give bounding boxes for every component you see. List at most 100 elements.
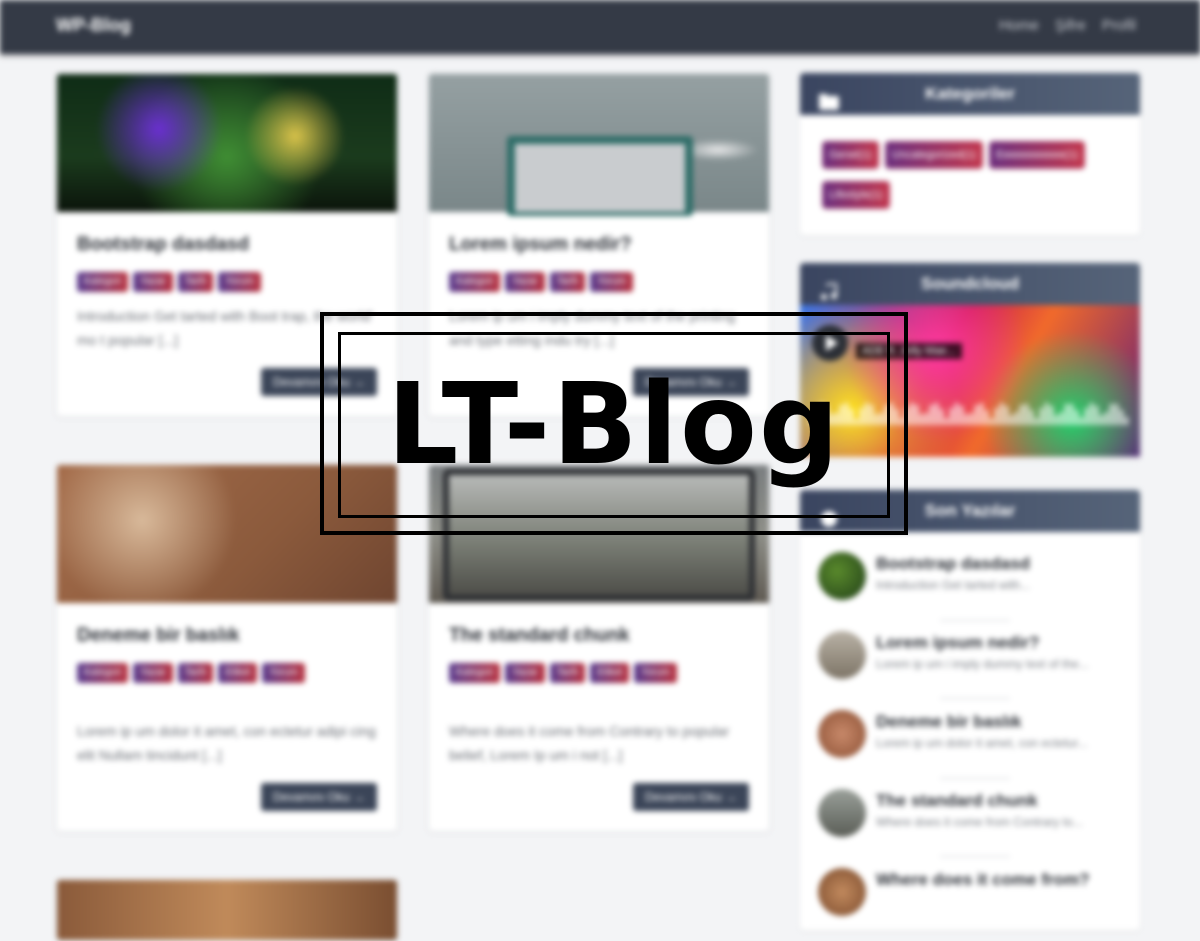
recent-post-title[interactable]: Lorem ipsum nedir? xyxy=(876,633,1039,653)
waveform-bar xyxy=(1085,408,1088,425)
badge-category[interactable]: Kategori xyxy=(77,663,129,683)
logo-inner-frame: LT-Blog xyxy=(338,332,890,518)
badge-comments[interactable]: Yorum xyxy=(262,663,305,683)
nav-links: Home Şifre Profil xyxy=(999,17,1136,34)
waveform-bar xyxy=(1035,418,1038,425)
recent-post-thumb xyxy=(818,710,866,758)
waveform-bar xyxy=(915,405,918,425)
brand-logo[interactable]: WP-Blog xyxy=(56,15,131,36)
waveform-bar xyxy=(1050,406,1053,425)
nav-link-profile[interactable]: Profil xyxy=(1102,17,1136,34)
recent-post-thumb xyxy=(818,552,866,600)
waveform-bar xyxy=(940,409,943,425)
waveform-bar xyxy=(1115,404,1118,425)
waveform-bar xyxy=(910,403,913,425)
recent-post-title[interactable]: The standard chunk xyxy=(876,791,1038,811)
waveform-bar xyxy=(1105,412,1108,425)
recent-post-item[interactable]: Where does it come from? xyxy=(818,868,1128,928)
waveform-bar xyxy=(945,418,948,425)
recent-post-thumb xyxy=(818,789,866,837)
waveform-bar xyxy=(1025,404,1028,425)
recent-post-desc: Lorem ip um i imply dummy text of the... xyxy=(876,657,1089,671)
categories-widget: Kategoriler Genel(1) Uncategorized(1) Ee… xyxy=(800,73,1140,235)
badge-category[interactable]: Kategori xyxy=(77,272,129,292)
logo-overlay: LT-Blog xyxy=(320,312,908,535)
category-badge[interactable]: Lifestyle(1) xyxy=(822,181,890,209)
post-title[interactable]: Lorem ipsum nedir? xyxy=(449,234,632,256)
badge-tag[interactable]: Etiket xyxy=(590,663,630,683)
top-navbar: WP-Blog Home Şifre Profil xyxy=(0,0,1200,54)
divider xyxy=(940,778,1010,779)
post-badges: Kategori Yazar Tarih Yorum xyxy=(449,272,749,292)
waveform-bar xyxy=(1015,412,1018,425)
badge-tag[interactable]: Etiket xyxy=(218,663,258,683)
recent-post-title[interactable]: Where does it come from? xyxy=(876,870,1089,890)
badge-date: Tarih xyxy=(177,272,214,292)
badge-category[interactable]: Kategori xyxy=(449,272,501,292)
recent-post-item[interactable]: Bootstrap dasdasd Introduction Get tarte… xyxy=(818,552,1128,612)
badge-author[interactable]: Yazar xyxy=(505,663,545,683)
category-list: Genel(1) Uncategorized(1) Eeeeeeeeeee(1)… xyxy=(800,115,1140,229)
badge-comments[interactable]: Yorum xyxy=(634,663,677,683)
badge-author[interactable]: Yazar xyxy=(133,663,173,683)
badge-author[interactable]: Yazar xyxy=(133,272,173,292)
post-title[interactable]: Bootstrap dasdasd xyxy=(77,234,249,256)
badge-date: Tarih xyxy=(177,663,214,683)
category-badge[interactable]: Uncategorized(1) xyxy=(884,141,984,169)
post-badges: Kategori Yazar Tarih Etiket Yorum xyxy=(449,663,749,683)
music-note-icon xyxy=(818,275,840,300)
recent-post-title[interactable]: Bootstrap dasdasd xyxy=(876,554,1030,574)
badge-comments[interactable]: Yorum xyxy=(218,272,261,292)
read-more-button[interactable]: Devamını Oku → xyxy=(632,783,749,811)
widget-header: Soundcloud xyxy=(800,263,1140,305)
badge-date: Tarih xyxy=(549,663,586,683)
waveform-bar xyxy=(1080,417,1083,425)
badge-category[interactable]: Kategori xyxy=(449,663,501,683)
badge-comments[interactable]: Yorum xyxy=(590,272,633,292)
recent-post-desc: Lorem ip um dolor it amet, con ectetur..… xyxy=(876,736,1088,750)
waveform-bar xyxy=(1095,406,1098,425)
waveform-bar xyxy=(1120,410,1123,425)
waveform-bar xyxy=(1100,415,1103,425)
recent-post-item[interactable]: Deneme bir baslık Lorem ip um dolor it a… xyxy=(818,710,1128,770)
post-excerpt: Where does it come from Contrary to popu… xyxy=(449,723,730,763)
badge-author[interactable]: Yazar xyxy=(505,272,545,292)
waveform-bar xyxy=(1075,410,1078,425)
read-more-button[interactable]: Devamını Oku → xyxy=(260,783,377,811)
post-image[interactable] xyxy=(57,880,397,940)
waveform-bar xyxy=(955,403,958,425)
divider xyxy=(940,620,1010,621)
waveform-bar xyxy=(1060,412,1063,425)
nav-link-password[interactable]: Şifre xyxy=(1055,17,1086,34)
waveform-bar xyxy=(950,408,953,425)
recent-post-thumb xyxy=(818,868,866,916)
waveform-bar xyxy=(1020,405,1023,425)
divider xyxy=(940,856,1010,857)
post-title[interactable]: The standard chunk xyxy=(449,625,630,647)
recent-post-title[interactable]: Deneme bir baslık xyxy=(876,712,1022,732)
waveform-bar xyxy=(995,408,998,425)
waveform-bar xyxy=(1045,403,1048,425)
widget-title: Soundcloud xyxy=(920,274,1020,293)
waveform-bar xyxy=(1000,403,1003,425)
logo-text: LT-Blog xyxy=(386,360,842,490)
waveform-bar xyxy=(1055,415,1058,425)
recent-post-thumb xyxy=(818,631,866,679)
post-image[interactable] xyxy=(57,74,397,212)
category-badge[interactable]: Genel(1) xyxy=(822,141,879,169)
widget-header: Kategoriler xyxy=(800,73,1140,115)
waveform-bar xyxy=(1010,415,1013,425)
waveform-bar xyxy=(1090,403,1093,425)
nav-link-home[interactable]: Home xyxy=(999,17,1039,34)
post-badges: Kategori Yazar Tarih Yorum xyxy=(77,272,377,292)
post-title[interactable]: Deneme bir baslık xyxy=(77,625,240,647)
recent-post-item[interactable]: The standard chunk Where does it come fr… xyxy=(818,789,1128,849)
post-image[interactable] xyxy=(429,74,769,216)
laptop-screen xyxy=(515,144,685,212)
waveform-bar xyxy=(1070,404,1073,425)
recent-post-item[interactable]: Lorem ipsum nedir? Lorem ip um i imply d… xyxy=(818,631,1128,691)
waveform-bar xyxy=(930,405,933,425)
waveform-bar xyxy=(935,403,938,425)
waveform-bar xyxy=(960,406,963,425)
category-badge[interactable]: Eeeeeeeeeee(1) xyxy=(989,141,1086,169)
